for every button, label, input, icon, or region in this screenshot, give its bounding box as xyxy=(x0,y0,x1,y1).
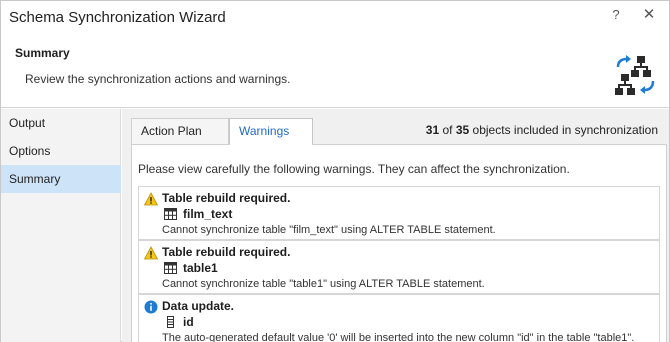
object-name: id xyxy=(183,315,194,329)
object-name: table1 xyxy=(183,261,218,275)
count-suffix: objects included in synchronization xyxy=(472,123,658,137)
wizard-sidebar: Output Options Summary xyxy=(1,109,121,342)
warning-title: Table rebuild required. xyxy=(162,191,291,205)
page-description: Review the synchronization actions and w… xyxy=(25,72,291,86)
objects-included-count: 31 of 35 objects included in synchroniza… xyxy=(426,123,658,137)
warning-icon xyxy=(144,192,158,206)
object-name: film_text xyxy=(183,207,233,221)
warning-description: Cannot synchronize table "film_text" usi… xyxy=(162,224,496,236)
count-of-label: of xyxy=(442,123,453,137)
window-title: Schema Synchronization Wizard xyxy=(9,9,226,26)
table-icon xyxy=(164,208,177,220)
warning-item[interactable]: Table rebuild required. table1 Cannot sy… xyxy=(138,240,660,294)
warning-description: The auto-generated default value '0' wil… xyxy=(162,332,635,342)
close-button[interactable]: ✕ xyxy=(637,5,661,23)
sidebar-item-options[interactable]: Options xyxy=(1,137,121,165)
warning-title: Data update. xyxy=(162,299,235,313)
column-icon xyxy=(167,316,174,328)
sidebar-item-summary[interactable]: Summary xyxy=(1,165,121,193)
warning-title: Table rebuild required. xyxy=(162,245,291,259)
wizard-header: Summary Review the synchronization actio… xyxy=(1,34,669,108)
wizard-window: Schema Synchronization Wizard ? ✕ Summar… xyxy=(0,0,670,342)
title-bar: Schema Synchronization Wizard ? ✕ xyxy=(1,1,669,34)
tab-warnings[interactable]: Warnings (3) xyxy=(229,118,313,162)
warning-item[interactable]: Data update. id The auto-generated defau… xyxy=(138,294,660,342)
warning-item[interactable]: Table rebuild required. film_text Cannot… xyxy=(138,186,660,240)
summary-content: Action Plan (51) Warnings (3) 31 of 35 o… xyxy=(122,109,669,342)
table-icon xyxy=(164,262,177,274)
sidebar-item-output[interactable]: Output xyxy=(1,109,121,137)
help-button[interactable]: ? xyxy=(604,5,628,23)
total-count: 35 xyxy=(455,123,470,137)
schema-sync-icon xyxy=(615,55,655,95)
info-icon xyxy=(144,300,158,314)
warnings-panel[interactable]: Please view carefully the following warn… xyxy=(131,145,667,342)
warning-description: Cannot synchronize table "table1" using … xyxy=(162,278,485,290)
page-title: Summary xyxy=(15,46,70,60)
warnings-intro: Please view carefully the following warn… xyxy=(138,162,570,176)
tab-action-plan[interactable]: Action Plan (51) xyxy=(131,118,229,162)
included-count: 31 xyxy=(425,123,440,137)
warning-icon xyxy=(144,246,158,260)
